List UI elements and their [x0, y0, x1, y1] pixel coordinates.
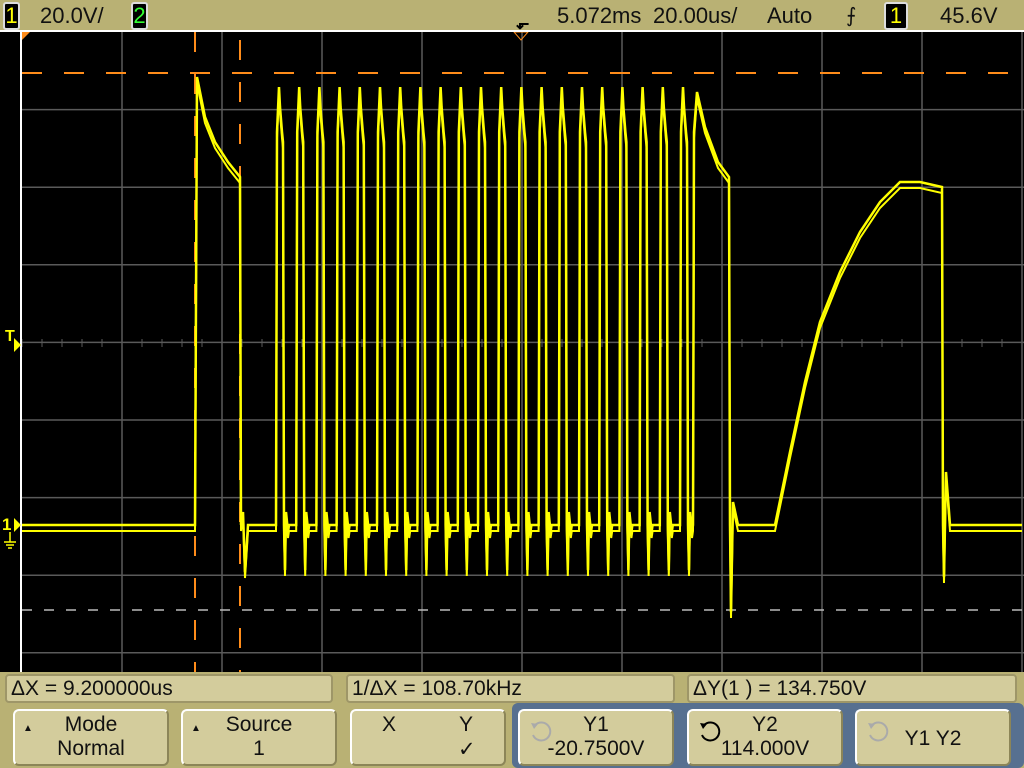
trigger-source-badge[interactable]: 1	[884, 2, 908, 30]
y2-softkey[interactable]: Y2 114.000V	[687, 709, 843, 766]
y-option: Y	[459, 713, 474, 736]
rotate-knob-icon	[868, 721, 889, 742]
trigger-position-icon: ⬐	[516, 16, 530, 33]
delta-y-readout: ΔY(1 ) = 134.750V	[687, 674, 1017, 703]
cursor-top-marker	[22, 32, 30, 40]
checkmark-icon: ✓	[458, 738, 476, 761]
softkey-value: Normal	[57, 737, 125, 760]
ch1-ground-arrow	[14, 518, 21, 532]
mode-softkey[interactable]: ▲ Mode Normal	[13, 709, 169, 766]
channel2-badge[interactable]: 2	[131, 2, 148, 30]
trigger-time-marker	[513, 32, 529, 41]
ch1-ground-marker: 1	[2, 515, 12, 534]
rotate-knob-icon	[531, 721, 552, 742]
softkey-value: 1	[253, 737, 265, 760]
time-scale[interactable]: 20.00us/	[653, 3, 737, 29]
xy-softkey[interactable]: X Y ✓	[350, 709, 506, 766]
ch1-scale[interactable]: 20.0V/	[40, 3, 104, 29]
status-bar: 1 20.0V/ 2 ⬐ 5.072ms 20.00us/ Auto ⨍ 1 4…	[0, 0, 1024, 33]
source-softkey[interactable]: ▲ Source 1	[181, 709, 337, 766]
inverse-delta-x-readout: 1/ΔX = 108.70kHz	[346, 674, 675, 703]
trigger-level[interactable]: 45.6V	[940, 3, 998, 29]
rotate-knob-icon	[700, 721, 721, 742]
waveform-svg	[4, 32, 1024, 672]
trigger-mode[interactable]: Auto	[767, 3, 812, 29]
softkey-title: Mode	[64, 713, 118, 736]
time-delay[interactable]: 5.072ms	[557, 3, 641, 29]
trigger-level-marker: T	[5, 328, 15, 345]
y1-softkey[interactable]: Y1 -20.7500V	[518, 709, 674, 766]
channel1-badge[interactable]: 1	[3, 2, 20, 30]
delta-x-readout: ΔX = 9.200000us	[5, 674, 333, 703]
x-option: X	[382, 713, 397, 736]
waveform-display[interactable]: T 1	[0, 32, 1024, 672]
menu-arrow-icon: ▲	[23, 723, 33, 734]
trigger-level-arrow	[14, 338, 21, 352]
y1-y2-softkey[interactable]: Y1 Y2	[855, 709, 1011, 766]
softkey-title: Source	[225, 713, 293, 736]
rising-edge-icon: ⨍	[846, 5, 857, 27]
menu-arrow-icon: ▲	[191, 723, 201, 734]
